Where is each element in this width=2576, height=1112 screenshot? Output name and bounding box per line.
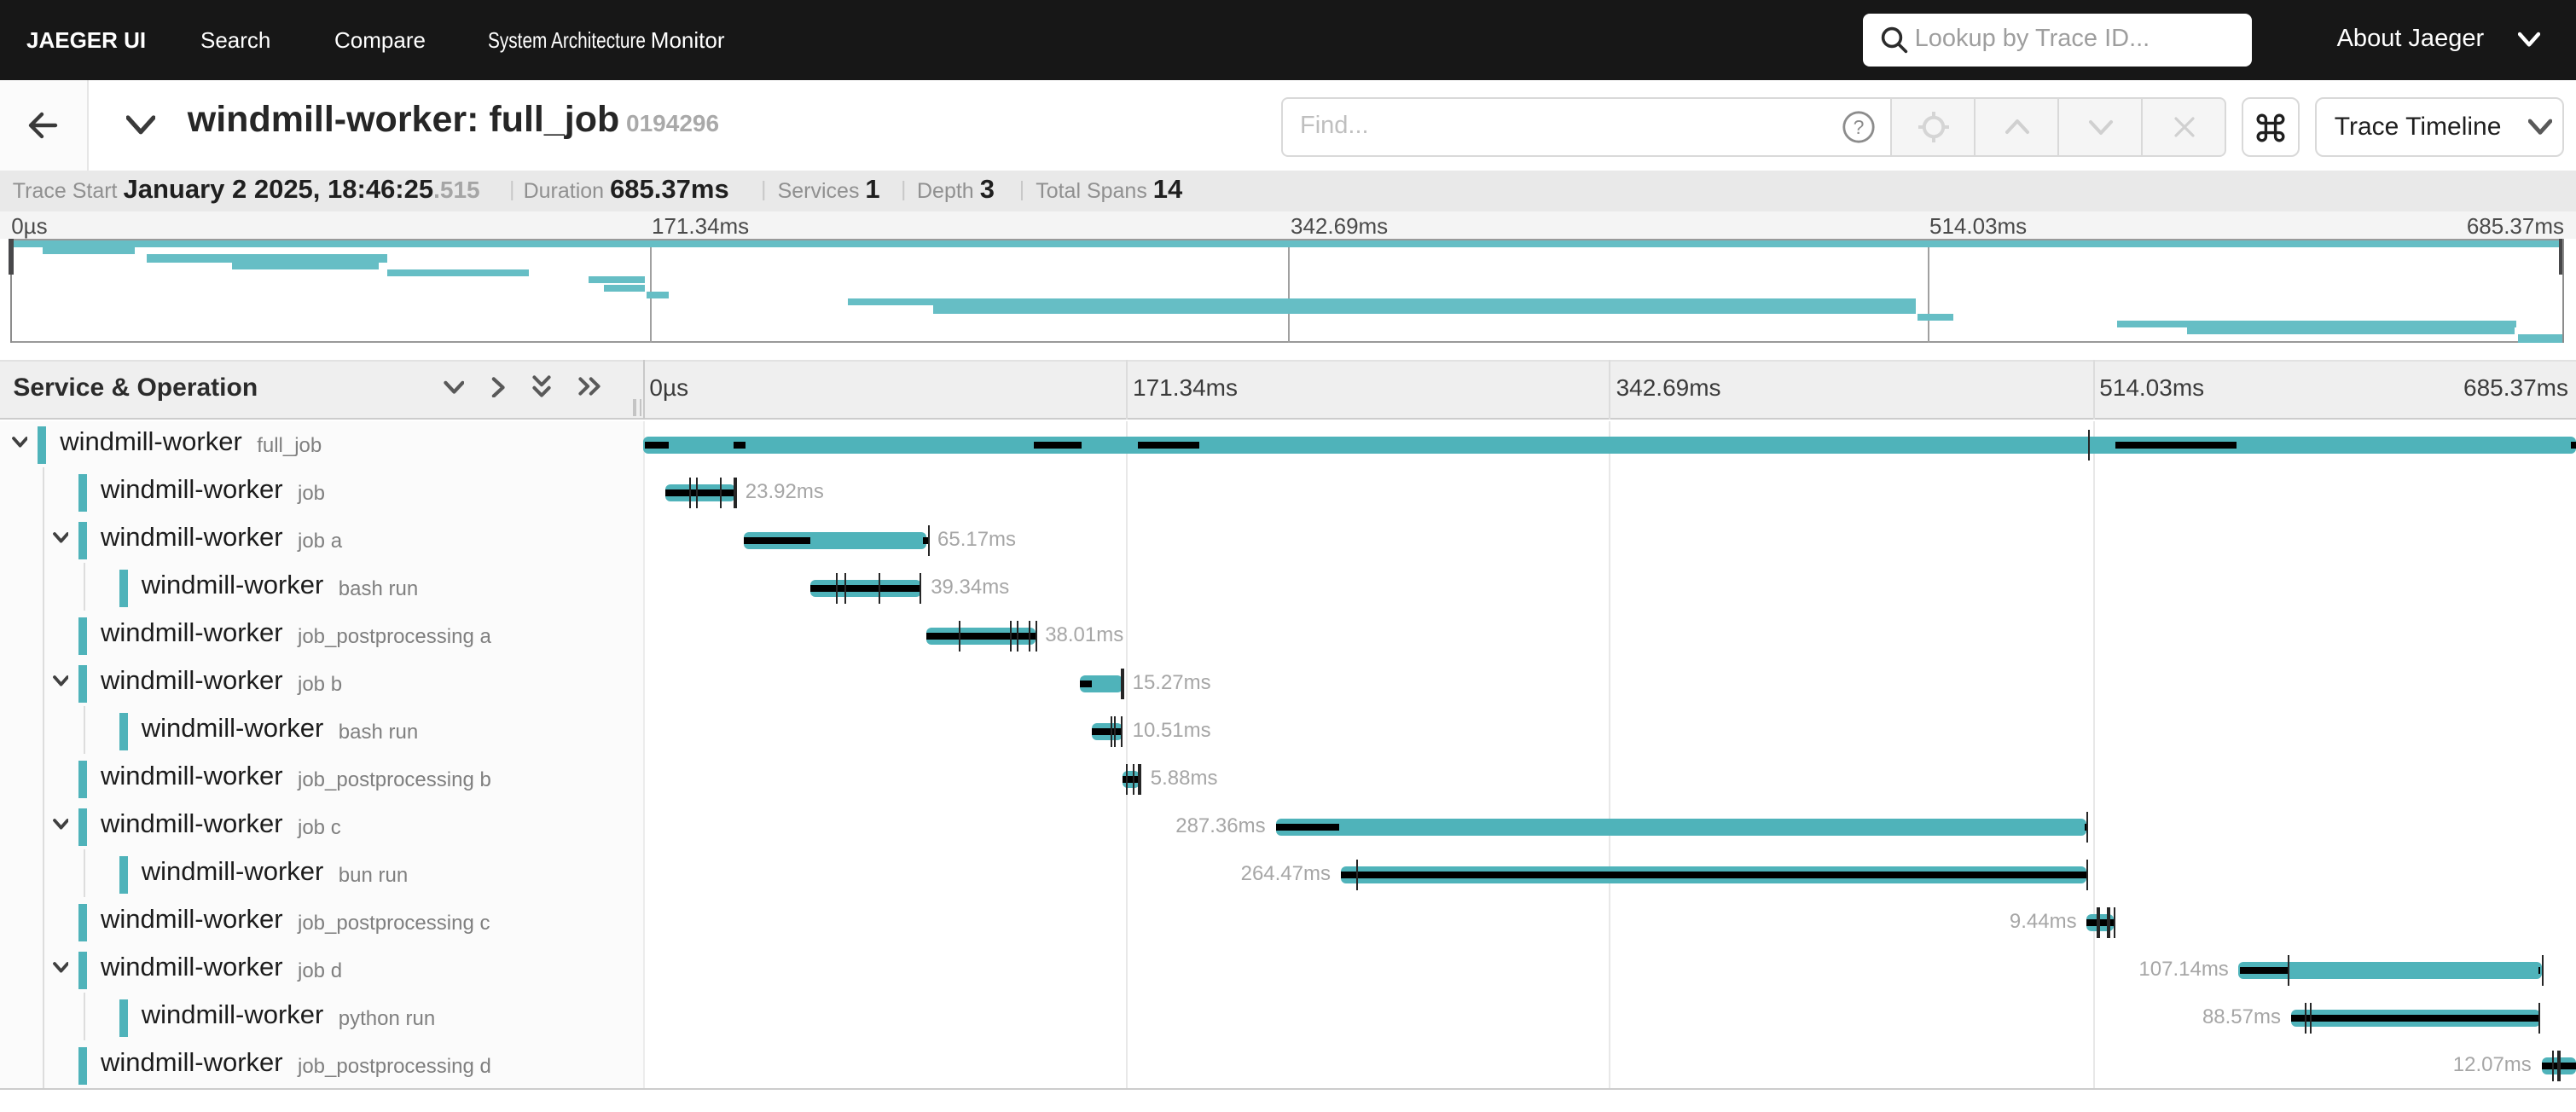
svg-text:?: ? xyxy=(1854,116,1865,138)
